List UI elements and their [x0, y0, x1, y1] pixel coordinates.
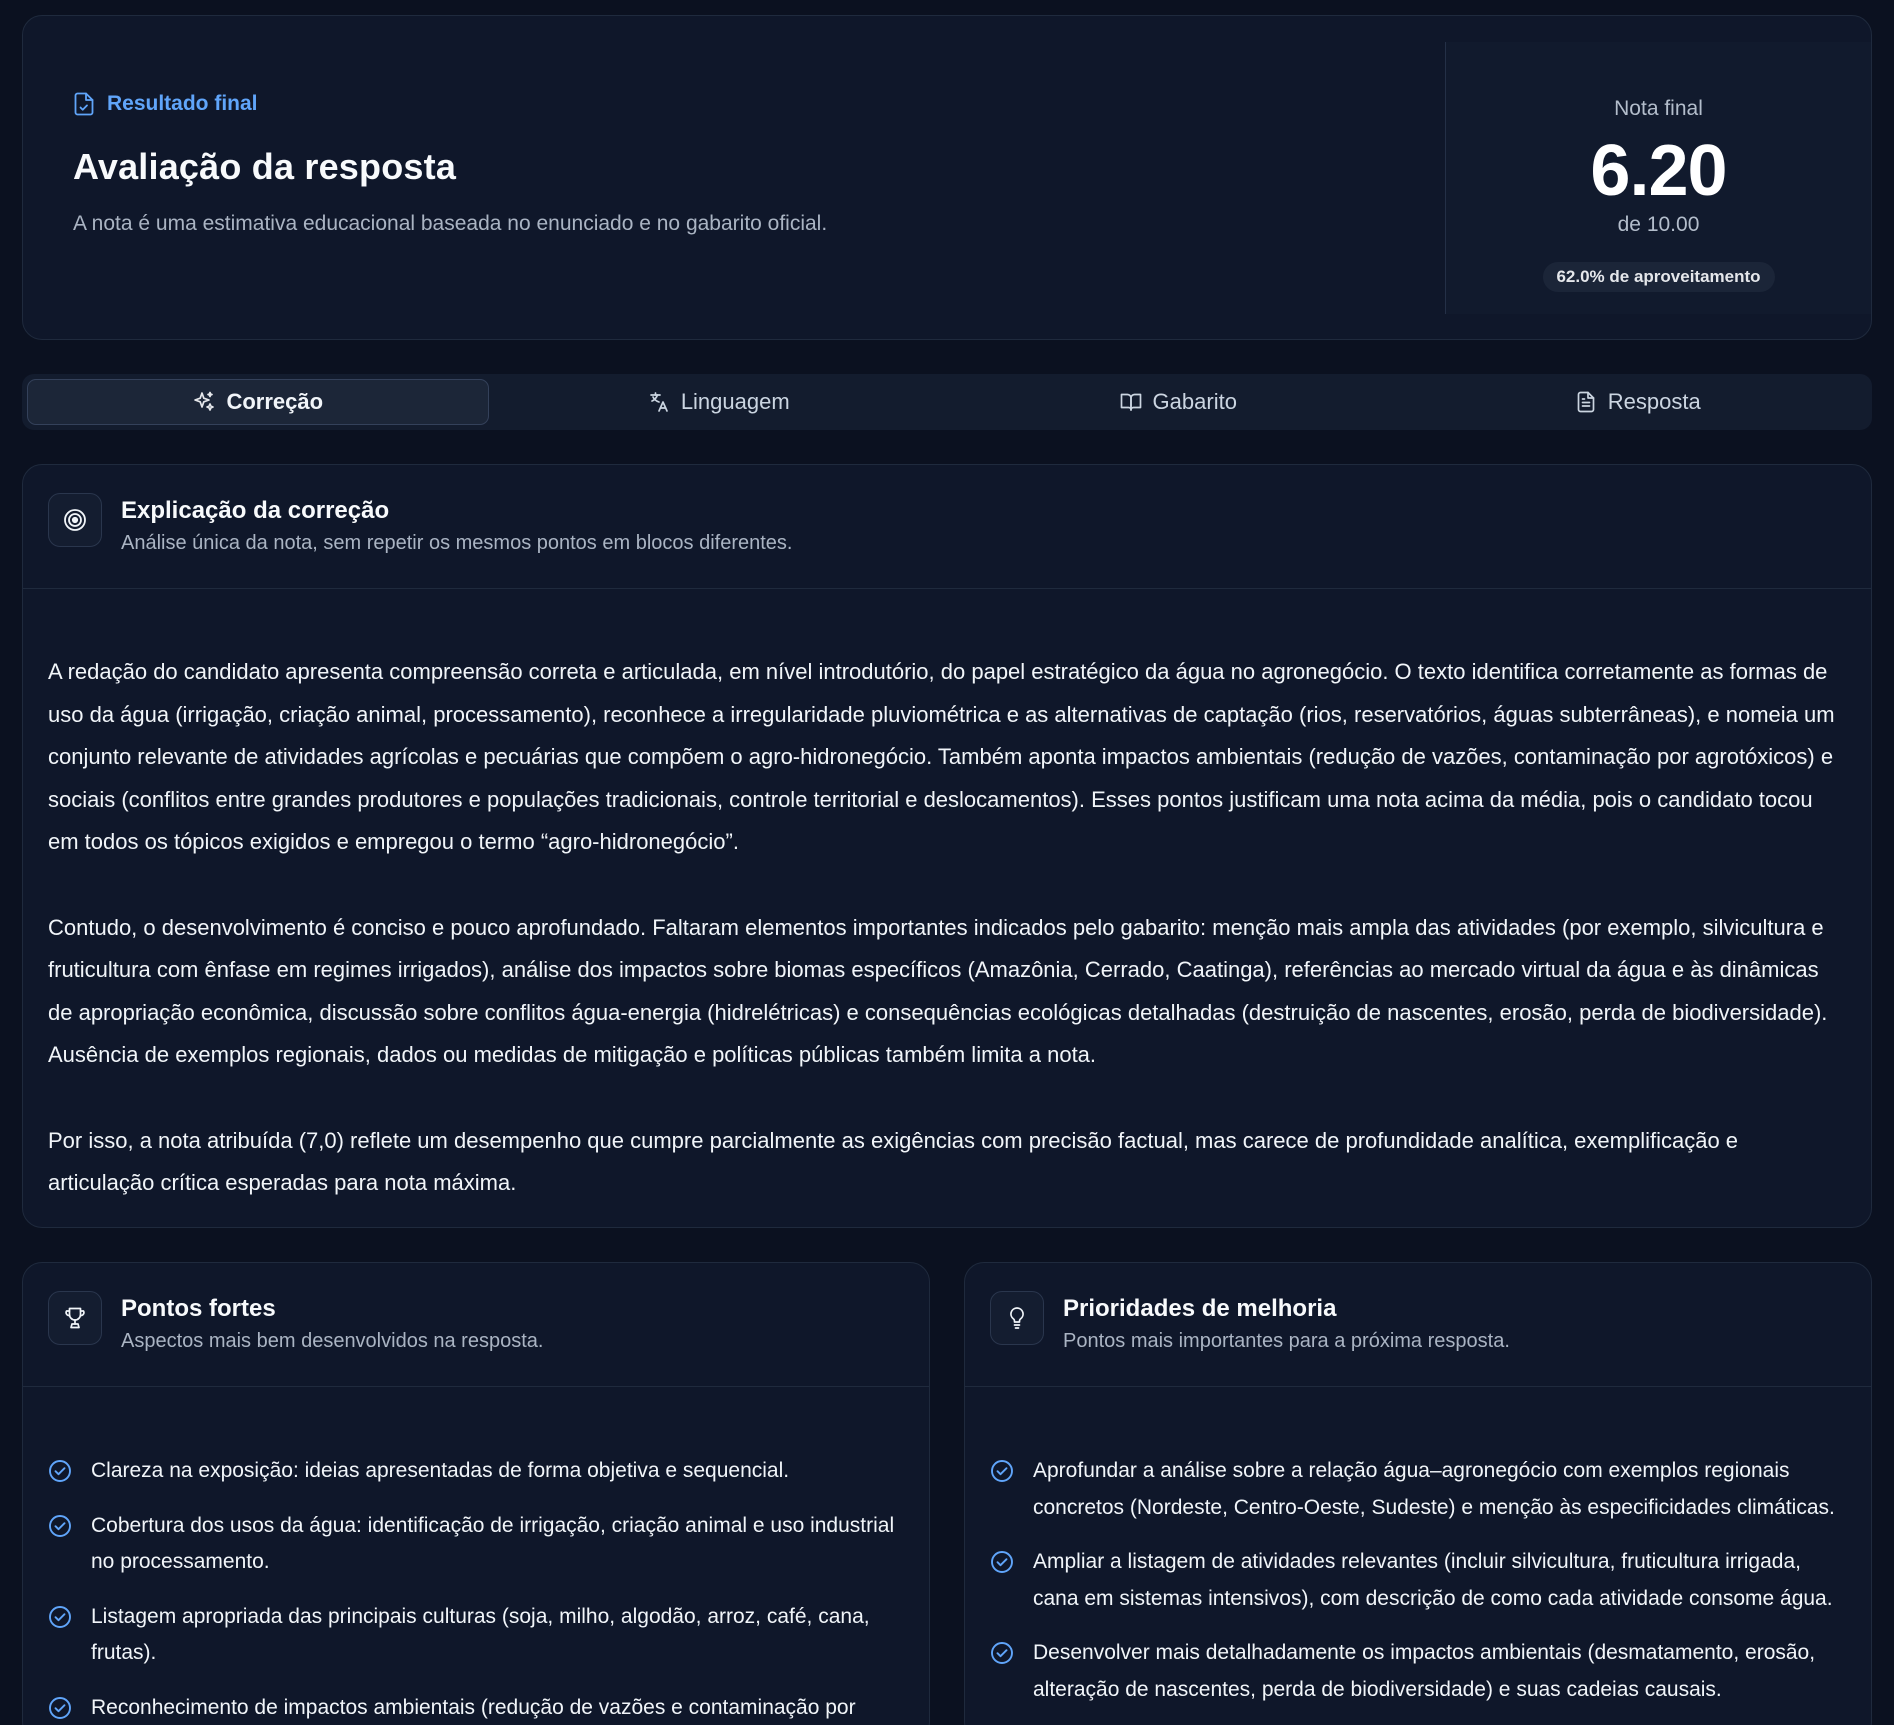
page: Resultado final Avaliação da resposta A … [0, 0, 1894, 1725]
result-header: Resultado final Avaliação da resposta A … [73, 16, 1373, 339]
explanation-icon-box [48, 493, 102, 547]
list-item-text: Aprofundar a análise sobre a relação águ… [1033, 1459, 1835, 1519]
strengths-card: Pontos fortes Aspectos mais bem desenvol… [22, 1262, 930, 1725]
score-percentage-badge: 62.0% de aproveitamento [1542, 262, 1775, 292]
list-item: Clareza na exposição: ideias apresentada… [48, 1453, 904, 1490]
improvements-card: Prioridades de melhoria Pontos mais impo… [964, 1262, 1872, 1725]
check-circle-icon [49, 1514, 71, 1537]
strengths-list: Clareza na exposição: ideias apresentada… [23, 1387, 929, 1725]
tab-gabarito-label: Gabarito [1152, 389, 1237, 414]
trophy-icon [65, 1307, 85, 1329]
document-text-icon [1577, 391, 1595, 413]
tab-correcao[interactable]: Correção [27, 379, 489, 425]
list-item: Cobertura dos usos da água: identificaçã… [48, 1508, 904, 1581]
check-circle-icon [991, 1551, 1013, 1573]
improvements-header: Prioridades de melhoria Pontos mais impo… [965, 1263, 1871, 1387]
result-card: Resultado final Avaliação da resposta A … [22, 15, 1872, 340]
explanation-body: A redação do candidato apresenta compree… [23, 589, 1871, 1205]
strengths-header: Pontos fortes Aspectos mais bem desenvol… [23, 1263, 929, 1387]
page-title: Avaliação da resposta [73, 146, 457, 187]
score-label: Nota final [1614, 97, 1703, 120]
list-item-text: Reconhecimento de impactos ambientais (r… [91, 1695, 856, 1719]
tab-bar: Correção Linguagem Gabarito Resposta [22, 374, 1872, 430]
tab-linguagem[interactable]: Linguagem [489, 379, 949, 425]
tab-resposta[interactable]: Resposta [1408, 379, 1868, 425]
explanation-paragraph: A redação do candidato apresenta compree… [48, 659, 1835, 854]
translate-icon [649, 392, 668, 412]
result-eyebrow: Resultado final [73, 92, 258, 116]
strengths-subtitle: Aspectos mais bem desenvolvidos na respo… [121, 1330, 544, 1352]
lightbulb-icon [1010, 1307, 1024, 1329]
explanation-paragraph: Contudo, o desenvolvimento é conciso e p… [48, 914, 1828, 1068]
list-item-text: Ampliar a listagem de atividades relevan… [1033, 1550, 1833, 1610]
explanation-title: Explicação da correção [121, 497, 390, 524]
list-item: Aprofundar a análise sobre a relação águ… [990, 1453, 1846, 1526]
list-item: Ampliar a listagem de atividades relevan… [990, 1544, 1846, 1617]
tab-linguagem-label: Linguagem [680, 389, 790, 414]
check-circle-icon [991, 1460, 1013, 1482]
list-item: Reconhecimento de impactos ambientais (r… [48, 1690, 904, 1725]
explanation-card: Explicação da correção Análise única da … [22, 464, 1872, 1228]
strengths-title: Pontos fortes [121, 1295, 276, 1322]
check-circle-icon [991, 1642, 1013, 1664]
sparkles-icon [194, 391, 215, 411]
list-item-text: Cobertura dos usos da água: identificaçã… [91, 1513, 895, 1574]
score-value: 6.20 [1590, 131, 1727, 211]
explanation-header: Explicação da correção Análise única da … [23, 465, 1871, 589]
document-check-icon [74, 92, 94, 116]
explanation-paragraph: Por isso, a nota atribuída (7,0) reflete… [48, 1127, 1739, 1196]
tab-resposta-label: Resposta [1607, 389, 1701, 414]
check-circle-icon [49, 1696, 71, 1719]
result-eyebrow-label: Resultado final [107, 92, 258, 115]
improvements-subtitle: Pontos mais importantes para a próxima r… [1063, 1330, 1510, 1352]
list-item: Desenvolver mais detalhadamente os impac… [990, 1635, 1846, 1708]
target-icon [64, 509, 86, 531]
explanation-subtitle: Análise única da nota, sem repetir os me… [121, 532, 793, 554]
list-item-text: Listagem apropriada das principais cultu… [91, 1604, 870, 1665]
score-panel: Nota final 6.20 de 10.00 62.0% de aprove… [1445, 42, 1871, 314]
list-item-text: Clareza na exposição: ideias apresentada… [91, 1459, 790, 1482]
improvements-list: Aprofundar a análise sobre a relação águ… [965, 1387, 1871, 1708]
book-open-icon [1120, 393, 1141, 411]
check-circle-icon [49, 1605, 71, 1628]
strengths-icon-box [48, 1291, 102, 1345]
list-item: Listagem apropriada das principais cultu… [48, 1599, 904, 1672]
check-circle-icon [49, 1460, 71, 1482]
page-subtitle: A nota é uma estimativa educacional base… [73, 212, 828, 235]
tab-correcao-label: Correção [226, 389, 324, 414]
score-max: de 10.00 [1617, 213, 1700, 236]
tab-gabarito[interactable]: Gabarito [948, 379, 1408, 425]
list-item-text: Desenvolver mais detalhadamente os impac… [1033, 1641, 1816, 1701]
improvements-icon-box [990, 1291, 1044, 1345]
improvements-title: Prioridades de melhoria [1063, 1295, 1337, 1322]
